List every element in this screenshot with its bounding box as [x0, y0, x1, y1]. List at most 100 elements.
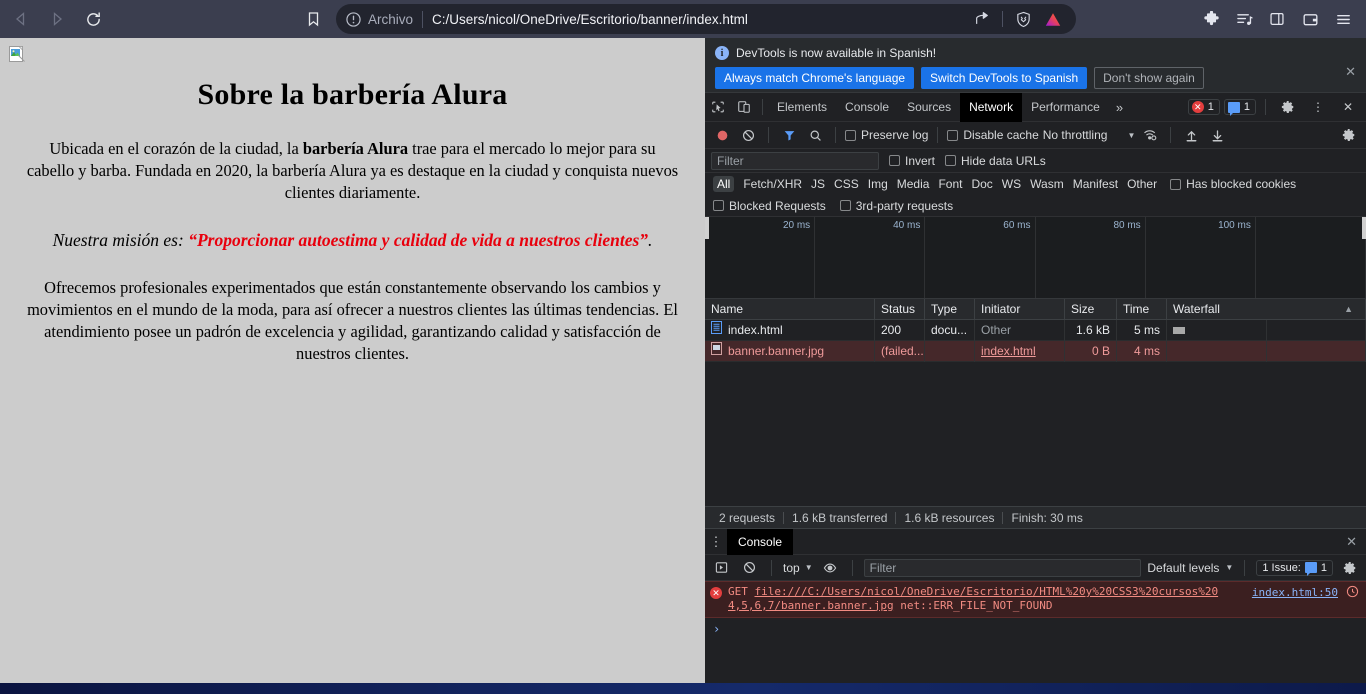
type-filter-all[interactable]: All — [713, 176, 735, 192]
type-filter-fetch-xhr[interactable]: Fetch/XHR — [743, 177, 802, 191]
error-count-badge[interactable]: ✕ 1 — [1187, 99, 1220, 115]
network-overview-timeline[interactable]: 20 ms 40 ms 60 ms 80 ms 100 ms — [705, 217, 1366, 299]
network-filter-input[interactable]: Filter — [711, 151, 879, 170]
console-filter-input[interactable]: Filter — [863, 558, 1142, 577]
sidebar-icon[interactable] — [1262, 4, 1292, 34]
console-error-source-link[interactable]: index.html:50 — [1252, 586, 1338, 599]
clear-no-entry-icon[interactable] — [737, 124, 759, 146]
hide-data-urls-checkbox[interactable]: Hide data URLs — [945, 154, 1046, 168]
switch-devtools-language-button[interactable]: Switch DevTools to Spanish — [921, 67, 1088, 89]
table-row[interactable]: index.html 200 docu... Other 1.6 kB 5 ms — [705, 319, 1366, 341]
preserve-log-checkbox[interactable]: Preserve log — [845, 128, 928, 142]
request-initiator: Other — [975, 319, 1065, 341]
menu-hamburger-icon[interactable] — [1328, 4, 1358, 34]
type-filter-font[interactable]: Font — [938, 177, 962, 191]
brave-shield-icon[interactable] — [1010, 6, 1036, 32]
type-filter-other[interactable]: Other — [1127, 177, 1157, 191]
type-filter-doc[interactable]: Doc — [971, 177, 992, 191]
page-paragraph-2: Ofrecemos profesionales experimentados q… — [27, 278, 678, 363]
address-bar-url[interactable]: C:/Users/nicol/OneDrive/Escritorio/banne… — [432, 12, 748, 27]
overview-segment: 60 ms — [925, 217, 1036, 298]
type-filter-manifest[interactable]: Manifest — [1073, 177, 1118, 191]
forward-button[interactable] — [42, 4, 72, 34]
playlist-icon[interactable] — [1229, 4, 1259, 34]
column-header-size[interactable]: Size — [1065, 298, 1117, 320]
clear-console-icon[interactable] — [738, 557, 760, 579]
request-name-cell[interactable]: index.html — [705, 319, 875, 341]
console-error-entry[interactable]: ✕ GET file:///C:/Users/nicol/OneDrive/Es… — [705, 581, 1366, 618]
brave-leo-icon[interactable] — [1040, 6, 1066, 32]
column-header-waterfall[interactable]: Waterfall ▲ — [1167, 298, 1366, 320]
bookmark-button[interactable] — [298, 4, 328, 34]
sort-ascending-icon: ▲ — [1344, 303, 1353, 314]
close-icon[interactable]: ✕ — [1345, 64, 1356, 80]
tab-network[interactable]: Network — [960, 92, 1023, 122]
column-header-initiator[interactable]: Initiator — [975, 298, 1065, 320]
type-filter-ws[interactable]: WS — [1002, 177, 1021, 191]
console-input-prompt[interactable]: › — [705, 618, 1366, 640]
tab-sources[interactable]: Sources — [898, 93, 960, 122]
wallet-icon[interactable] — [1295, 4, 1325, 34]
network-conditions-icon[interactable] — [1139, 124, 1161, 146]
message-count-badge[interactable]: 1 — [1223, 99, 1256, 116]
console-context-dropdown[interactable]: top ▼ — [783, 561, 813, 575]
share-icon[interactable] — [969, 6, 995, 32]
drawer-tab-console[interactable]: Console — [727, 528, 794, 555]
blocked-requests-checkbox[interactable]: Blocked Requests — [713, 199, 826, 213]
record-circle-icon[interactable] — [711, 124, 733, 146]
tab-performance[interactable]: Performance — [1022, 93, 1109, 122]
console-levels-dropdown[interactable]: Default levels ▼ — [1147, 561, 1233, 575]
request-name-cell[interactable]: banner.banner.jpg — [705, 340, 875, 362]
column-header-name[interactable]: Name — [705, 298, 875, 320]
gear-icon[interactable] — [1275, 94, 1301, 120]
more-vertical-icon[interactable]: ⋮ — [705, 534, 727, 550]
document-file-icon — [711, 320, 722, 341]
device-toolbar-icon[interactable] — [731, 94, 757, 120]
column-header-type[interactable]: Type — [925, 298, 975, 320]
network-settings-gear-icon[interactable] — [1338, 124, 1360, 146]
console-error-url-line1[interactable]: file:///C:/Users/nicol/OneDrive/Escritor… — [755, 585, 1219, 598]
history-clock-icon[interactable] — [1346, 585, 1359, 601]
tab-elements[interactable]: Elements — [768, 93, 836, 122]
type-filter-js[interactable]: JS — [811, 177, 825, 191]
invert-checkbox[interactable]: Invert — [889, 154, 935, 168]
type-filter-css[interactable]: CSS — [834, 177, 859, 191]
type-filter-wasm[interactable]: Wasm — [1030, 177, 1064, 191]
back-button[interactable] — [6, 4, 36, 34]
extensions-puzzle-icon[interactable] — [1196, 4, 1226, 34]
more-vertical-icon[interactable]: ⋮ — [1305, 94, 1331, 120]
import-har-icon[interactable] — [1180, 124, 1202, 146]
request-initiator-link[interactable]: index.html — [981, 344, 1036, 358]
address-bar[interactable]: Archivo C:/Users/nicol/OneDrive/Escritor… — [336, 4, 1076, 34]
always-match-language-button[interactable]: Always match Chrome's language — [715, 67, 915, 89]
dont-show-again-button[interactable]: Don't show again — [1094, 67, 1204, 89]
close-icon[interactable]: ✕ — [1335, 94, 1361, 120]
close-icon[interactable]: ✕ — [1346, 534, 1366, 550]
third-party-requests-checkbox[interactable]: 3rd-party requests — [839, 199, 953, 213]
column-header-time[interactable]: Time — [1117, 298, 1167, 320]
live-expression-eye-icon[interactable] — [819, 557, 841, 579]
chevron-double-right-icon[interactable]: » — [1109, 100, 1130, 115]
console-issues-badge[interactable]: 1 Issue: 1 — [1256, 559, 1333, 576]
tab-console[interactable]: Console — [836, 93, 898, 122]
console-settings-gear-icon[interactable] — [1339, 557, 1361, 579]
funnel-filter-icon[interactable] — [778, 124, 800, 146]
column-header-status[interactable]: Status — [875, 298, 925, 320]
throttling-dropdown[interactable]: No throttling ▼ — [1043, 128, 1136, 142]
info-circle-icon[interactable] — [346, 11, 361, 27]
type-filter-media[interactable]: Media — [897, 177, 930, 191]
execute-snippet-icon[interactable] — [710, 557, 732, 579]
has-blocked-cookies-checkbox[interactable]: Has blocked cookies — [1170, 177, 1296, 191]
export-har-icon[interactable] — [1206, 124, 1228, 146]
type-filter-img[interactable]: Img — [868, 177, 888, 191]
request-initiator[interactable]: index.html — [975, 340, 1065, 362]
reload-button[interactable] — [78, 4, 108, 34]
search-icon[interactable] — [804, 124, 826, 146]
console-error-url-line2[interactable]: 4,5,6,7/banner.banner.jpg — [728, 599, 894, 612]
overview-right-handle[interactable] — [1362, 217, 1366, 239]
disable-cache-checkbox[interactable]: Disable cache — [947, 128, 1039, 142]
table-row[interactable]: banner.banner.jpg (failed... index.html … — [705, 340, 1366, 362]
request-type: docu... — [925, 319, 975, 341]
inspect-cursor-icon[interactable] — [705, 94, 731, 120]
reload-icon — [85, 11, 102, 28]
